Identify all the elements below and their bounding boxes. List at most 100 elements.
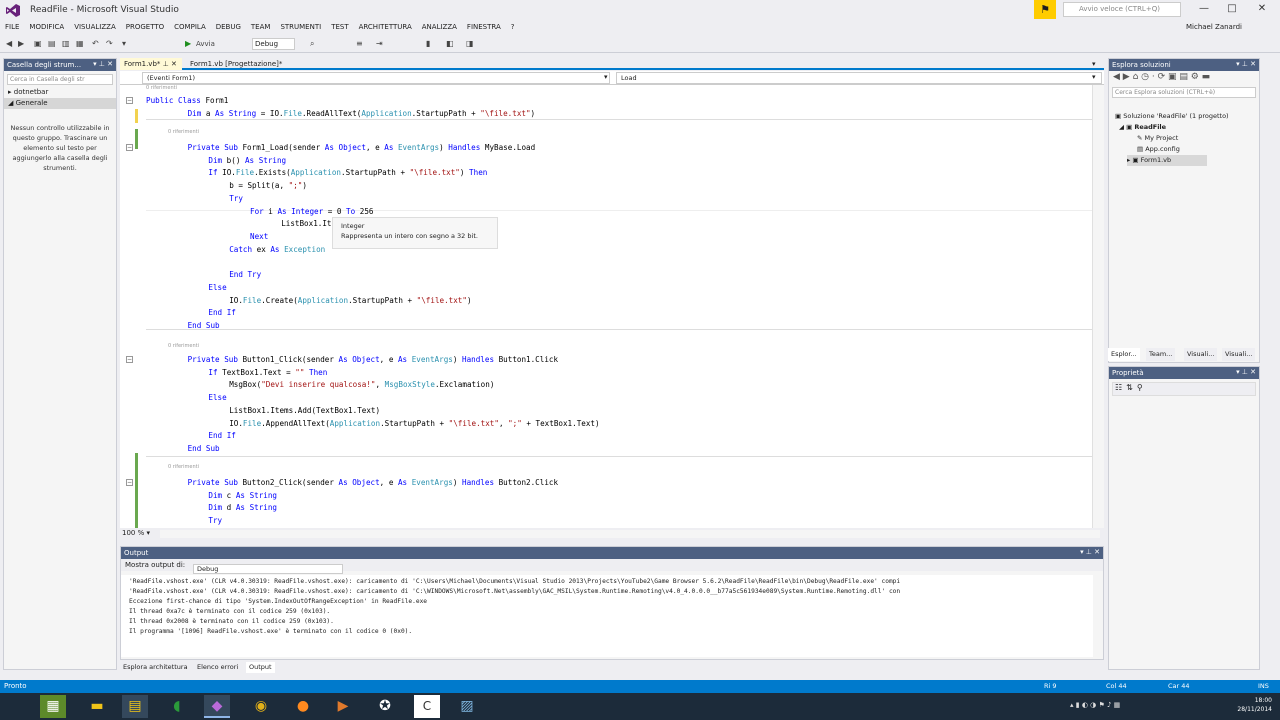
menu-analizza[interactable]: ANALIZZA — [417, 20, 462, 31]
start-debug-icon[interactable]: ▶ — [185, 38, 191, 50]
reference-count-lens[interactable]: 0 riferimenti — [168, 464, 199, 470]
code-line[interactable]: Private Sub Form1_Load(sender As Object,… — [188, 142, 536, 154]
output-source-select[interactable]: Debug — [193, 564, 343, 574]
tab-form1-vb[interactable]: Form1.vb* ⊥ ✕ — [120, 58, 182, 70]
quick-launch-input[interactable]: Avvio veloce (CTRL+Q) — [1063, 2, 1181, 17]
code-line[interactable]: Dim d As String — [208, 502, 277, 514]
code-line[interactable]: Catch ex As Exception — [229, 244, 325, 256]
class-select-chevron-icon[interactable]: ▾ — [604, 73, 608, 81]
folder-icon[interactable]: ▤ — [122, 695, 148, 718]
bookmark-next-icon[interactable]: ◨ — [466, 38, 474, 50]
toolbox-group-generale[interactable]: ◢ Generale — [4, 98, 116, 109]
settings-app-icon[interactable]: ✪ — [372, 695, 398, 718]
class-select[interactable]: (Eventi Form1) — [142, 72, 610, 84]
tab-dropdown-icon[interactable]: ▾ — [1088, 58, 1100, 70]
menu-modifica[interactable]: MODIFICA — [24, 20, 69, 31]
firefox-icon[interactable]: ● — [290, 695, 316, 718]
notification-flag-icon[interactable]: ⚑ — [1034, 0, 1056, 19]
sol-pin-icon[interactable]: ▾ ⊥ ✕ — [1236, 60, 1256, 68]
minimize-button[interactable]: — — [1190, 0, 1218, 19]
tab-solution-explorer[interactable]: Esplor... — [1108, 348, 1140, 361]
pin-icon[interactable]: ▾ ⊥ ✕ — [93, 60, 113, 68]
bookmark-prev-icon[interactable]: ◧ — [446, 38, 454, 50]
clock[interactable]: 18:00 28/11/2014 — [1237, 696, 1272, 714]
media-player-icon[interactable]: ▶ — [330, 695, 356, 718]
user-name[interactable]: Michael Zanardi — [1186, 23, 1242, 31]
code-line[interactable]: Try — [208, 515, 222, 527]
new-project-icon[interactable]: ▣ — [34, 38, 42, 50]
props-pin-icon[interactable]: ▾ ⊥ ✕ — [1236, 368, 1256, 376]
outline-collapse-icon[interactable]: − — [126, 97, 133, 104]
code-line[interactable]: Next — [250, 231, 268, 243]
menu-team[interactable]: TEAM — [246, 20, 276, 31]
notepad-icon[interactable]: ▨ — [454, 695, 480, 718]
code-line[interactable]: If TextBox1.Text = "" Then — [208, 367, 327, 379]
maximize-button[interactable]: □ — [1218, 0, 1246, 19]
phone-app-icon[interactable]: ◖ — [164, 695, 190, 718]
save-icon[interactable]: ▥ — [62, 38, 70, 50]
code-line[interactable]: IO.File.Create(Application.StartupPath +… — [229, 295, 471, 307]
menu-file[interactable]: FILE — [0, 20, 24, 31]
solution-toolbar[interactable]: ◀ ▶ ⌂ ◷ · ⟳ ▣ ▤ ⚙ ▬ — [1109, 71, 1259, 86]
code-line[interactable]: End Sub — [188, 443, 220, 455]
code-line[interactable]: End If — [208, 307, 235, 319]
reference-count-lens[interactable]: 0 riferimenti — [146, 85, 177, 91]
tree-node-form1[interactable]: ▸ ▣ Form1.vb — [1127, 155, 1207, 166]
undo-dropdown-icon[interactable]: ▾ — [122, 38, 126, 50]
file-explorer-icon[interactable]: ▬ — [84, 695, 110, 718]
code-line[interactable]: Else — [208, 282, 226, 294]
code-line[interactable]: IO.File.AppendAllText(Application.Startu… — [229, 418, 599, 430]
outline-collapse-icon[interactable]: − — [126, 356, 133, 363]
toolbox-group-dotnetbar[interactable]: ▸ dotnetbar — [4, 87, 116, 98]
tree-node-solution[interactable]: ▣ Soluzione 'ReadFile' (1 progetto) — [1115, 111, 1229, 122]
zoom-level[interactable]: 100 % — [122, 529, 144, 537]
editor-vertical-scrollbar[interactable] — [1092, 85, 1104, 528]
code-line[interactable]: b = Split(a, ";") — [229, 180, 307, 192]
tree-node-my-project[interactable]: ✎ My Project — [1137, 133, 1178, 144]
method-select-chevron-icon[interactable]: ▾ — [1092, 73, 1096, 81]
menu-progetto[interactable]: PROGETTO — [121, 20, 169, 31]
code-line[interactable]: If IO.File.Exists(Application.StartupPat… — [208, 167, 487, 179]
code-line[interactable]: Dim b() As String — [208, 155, 286, 167]
tab-architecture-explorer[interactable]: Esplora architettura — [120, 662, 191, 673]
code-line[interactable]: Private Sub Button1_Click(sender As Obje… — [188, 354, 558, 366]
open-icon[interactable]: ▤ — [48, 38, 56, 50]
outline-collapse-icon[interactable]: − — [126, 479, 133, 486]
comment-icon[interactable]: ≡ — [356, 38, 363, 50]
code-line[interactable]: MsgBox("Devi inserire qualcosa!", MsgBox… — [229, 379, 494, 391]
solution-search-input[interactable]: Cerca Esplora soluzioni (CTRL+è) — [1112, 87, 1256, 98]
tab-resource-view[interactable]: Visuali... — [1222, 348, 1256, 361]
properties-toolbar[interactable]: ☷ ⇅ ⚲ — [1112, 382, 1256, 396]
method-select[interactable]: Load — [616, 72, 1102, 84]
code-line[interactable]: End Sub — [188, 320, 220, 332]
minecraft-icon[interactable]: ▦ — [40, 695, 66, 718]
save-all-icon[interactable]: ▦ — [76, 38, 84, 50]
menu-test[interactable]: TEST — [326, 20, 353, 31]
toolbox-search-input[interactable]: Cerca in Casella degli str — [7, 74, 113, 85]
outline-collapse-icon[interactable]: − — [126, 144, 133, 151]
editor-horizontal-scrollbar[interactable] — [160, 530, 1100, 538]
menu-help[interactable]: ? — [506, 20, 520, 31]
terminal-app-icon[interactable]: C — [414, 695, 440, 718]
close-button[interactable]: ✕ — [1248, 0, 1276, 19]
chrome-icon[interactable]: ◉ — [248, 695, 274, 718]
reference-count-lens[interactable]: 0 riferimenti — [168, 343, 199, 349]
tab-output[interactable]: Output — [246, 662, 275, 673]
menu-architettura[interactable]: ARCHITETTURA — [354, 20, 417, 31]
output-pin-icon[interactable]: ▾ ⊥ ✕ — [1080, 548, 1100, 556]
indent-icon[interactable]: ⇥ — [376, 38, 383, 50]
tree-node-app-config[interactable]: ▤ App.config — [1137, 144, 1180, 155]
menu-strumenti[interactable]: STRUMENTI — [275, 20, 326, 31]
tab-class-view[interactable]: Visuali... — [1184, 348, 1218, 361]
menu-visualizza[interactable]: VISUALIZZA — [69, 20, 121, 31]
code-line[interactable]: Else — [208, 392, 226, 404]
find-icon[interactable]: ⌕ — [310, 38, 314, 50]
code-line[interactable]: ListBox1.Items.Add(TextBox1.Text) — [229, 405, 380, 417]
menu-debug[interactable]: DEBUG — [211, 20, 246, 31]
redo-icon[interactable]: ↷ — [106, 38, 113, 50]
code-line[interactable]: End Try — [229, 269, 261, 281]
right-edge-scrollbar[interactable] — [1263, 58, 1276, 670]
menu-compila[interactable]: COMPILA — [169, 20, 211, 31]
tree-node-project[interactable]: ◢ ▣ ReadFile — [1119, 122, 1166, 133]
back-icon[interactable]: ◀ — [6, 38, 12, 50]
